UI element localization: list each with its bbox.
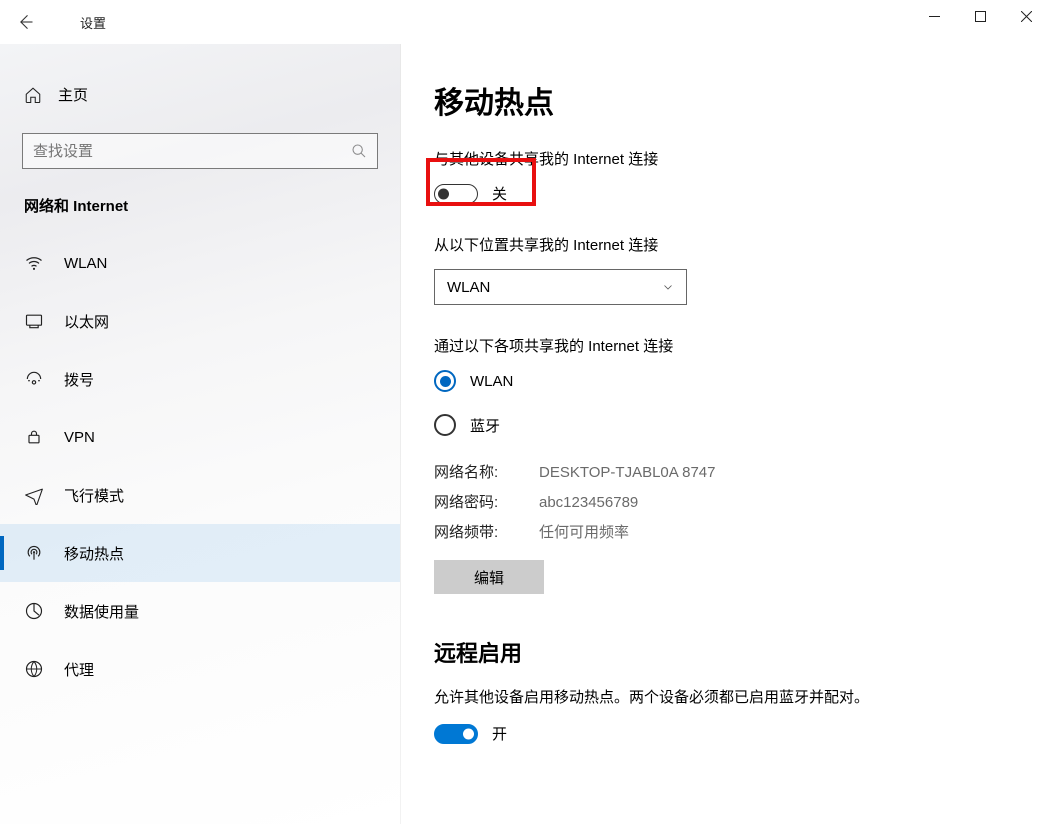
share-toggle-state: 关 [492, 183, 507, 204]
radio-bluetooth[interactable]: 蓝牙 [434, 414, 1049, 436]
radio-button-icon [434, 370, 456, 392]
share-toggle[interactable] [434, 184, 478, 204]
home-icon [24, 86, 42, 104]
share-from-dropdown[interactable]: WLAN [434, 269, 687, 305]
globe-icon [24, 659, 44, 679]
search-box[interactable] [22, 133, 378, 169]
title-bar: 设置 [0, 0, 1049, 44]
maximize-icon [975, 11, 986, 22]
sidebar-item-label: 代理 [64, 659, 94, 680]
sidebar-item-vpn[interactable]: VPN [0, 408, 400, 466]
sidebar-item-ethernet[interactable]: 以太网 [0, 292, 400, 350]
ethernet-icon [24, 311, 44, 331]
chevron-down-icon [662, 281, 674, 293]
share-connection-label: 与其他设备共享我的 Internet 连接 [434, 148, 1049, 169]
search-input[interactable] [33, 143, 351, 160]
home-label: 主页 [58, 84, 88, 105]
info-key-name: 网络名称: [434, 458, 539, 488]
sidebar-item-label: 移动热点 [64, 543, 124, 564]
sidebar-item-datausage[interactable]: 数据使用量 [0, 582, 400, 640]
window-title: 设置 [80, 13, 106, 32]
search-icon [351, 143, 367, 159]
sidebar-item-label: 数据使用量 [64, 601, 139, 622]
page-title: 移动热点 [434, 78, 1049, 122]
sidebar-item-dialup[interactable]: 拨号 [0, 350, 400, 408]
share-from-label: 从以下位置共享我的 Internet 连接 [434, 234, 1049, 255]
arrow-left-icon [15, 12, 35, 32]
sidebar-category: 网络和 Internet [0, 191, 400, 234]
info-key-password: 网络密码: [434, 488, 539, 518]
info-val-password: abc123456789 [539, 488, 638, 518]
info-key-band: 网络频带: [434, 518, 539, 548]
minimize-icon [929, 11, 940, 22]
hotspot-info: 网络名称:DESKTOP-TJABL0A 8747 网络密码:abc123456… [434, 458, 1049, 548]
sidebar-item-label: 拨号 [64, 369, 94, 390]
remote-toggle[interactable] [434, 724, 478, 744]
info-val-name: DESKTOP-TJABL0A 8747 [539, 458, 715, 488]
dropdown-value: WLAN [447, 279, 490, 296]
sidebar-item-proxy[interactable]: 代理 [0, 640, 400, 698]
content-pane: 移动热点 与其他设备共享我的 Internet 连接 关 从以下位置共享我的 I… [400, 44, 1049, 824]
home-link[interactable]: 主页 [0, 74, 400, 115]
sidebar-item-wlan[interactable]: WLAN [0, 234, 400, 292]
radio-label: WLAN [470, 373, 513, 390]
share-via-label: 通过以下各项共享我的 Internet 连接 [434, 335, 1049, 356]
radio-label: 蓝牙 [470, 415, 500, 436]
info-val-band: 任何可用频率 [539, 518, 629, 548]
hotspot-icon [24, 543, 44, 563]
wifi-icon [24, 253, 44, 273]
sidebar-nav: WLAN 以太网 拨号 VPN 飞行模式 移动热点 数据使用量 代理 [0, 234, 400, 698]
radio-wlan[interactable]: WLAN [434, 370, 1049, 392]
vpn-icon [24, 427, 44, 447]
close-icon [1021, 11, 1032, 22]
maximize-button[interactable] [957, 0, 1003, 32]
radio-button-icon [434, 414, 456, 436]
back-button[interactable] [0, 0, 50, 44]
close-button[interactable] [1003, 0, 1049, 32]
sidebar-item-label: VPN [64, 429, 95, 446]
edit-button[interactable]: 编辑 [434, 560, 544, 594]
sidebar-item-airplane[interactable]: 飞行模式 [0, 466, 400, 524]
minimize-button[interactable] [911, 0, 957, 32]
remote-description: 允许其他设备启用移动热点。两个设备必须都已启用蓝牙并配对。 [434, 686, 1049, 707]
data-usage-icon [24, 601, 44, 621]
remote-heading: 远程启用 [434, 636, 1049, 668]
sidebar-item-label: WLAN [64, 255, 107, 272]
remote-toggle-state: 开 [492, 723, 507, 744]
dialup-icon [24, 369, 44, 389]
sidebar-item-label: 以太网 [64, 311, 109, 332]
window-controls [911, 0, 1049, 32]
sidebar-item-hotspot[interactable]: 移动热点 [0, 524, 400, 582]
sidebar-item-label: 飞行模式 [64, 485, 124, 506]
sidebar: 主页 网络和 Internet WLAN 以太网 拨号 VPN 飞行模式 移动热… [0, 44, 400, 824]
airplane-icon [24, 485, 44, 505]
